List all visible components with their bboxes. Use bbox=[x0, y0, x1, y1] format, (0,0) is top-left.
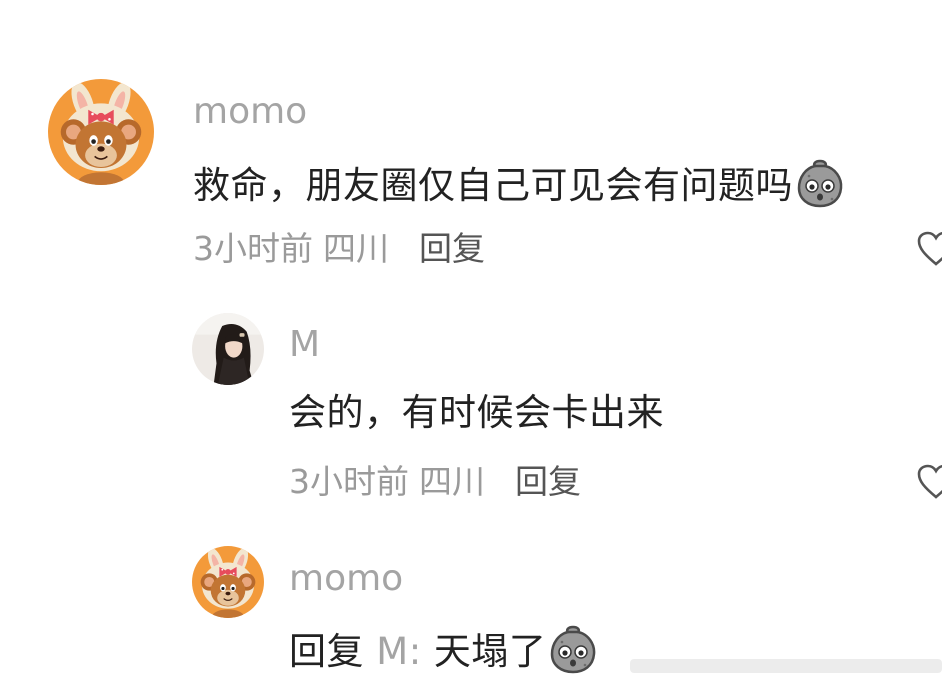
watermark bbox=[630, 659, 942, 673]
comment-text: 救命，朋友圈仅自己可见会有问题吗 bbox=[193, 158, 845, 208]
girl-photo-avatar-icon bbox=[192, 313, 264, 385]
sad-potato-emoji-icon bbox=[795, 158, 845, 208]
reply-prefix: 回复 bbox=[289, 630, 364, 673]
sad-potato-emoji-icon bbox=[548, 624, 598, 674]
comment-meta: 3小时前 四川 回复 bbox=[193, 229, 485, 269]
avatar[interactable] bbox=[192, 546, 264, 618]
avatar[interactable] bbox=[48, 79, 154, 185]
like-heart-icon[interactable] bbox=[916, 463, 942, 501]
jerry-mouse-bunny-avatar-icon bbox=[48, 79, 154, 185]
location: 四川 bbox=[323, 229, 389, 268]
comment-text-body: 天塌了 bbox=[433, 630, 547, 673]
comment-text: 会的，有时候会卡出来 bbox=[289, 391, 664, 434]
comment-text: 回复 M: 天塌了 bbox=[289, 624, 598, 674]
username[interactable]: momo bbox=[289, 559, 403, 599]
reply-button[interactable]: 回复 bbox=[419, 229, 485, 268]
username[interactable]: M bbox=[289, 325, 320, 365]
comment-text-body: 救命，朋友圈仅自己可见会有问题吗 bbox=[193, 164, 793, 207]
timestamp: 3小时前 bbox=[193, 229, 313, 268]
like-heart-icon[interactable] bbox=[916, 230, 942, 268]
username[interactable]: momo bbox=[193, 92, 307, 132]
jerry-mouse-bunny-avatar-icon bbox=[192, 546, 264, 618]
reply-to-user[interactable]: M: bbox=[376, 630, 421, 673]
comment-meta: 3小时前 四川 回复 bbox=[289, 462, 581, 502]
reply-button[interactable]: 回复 bbox=[515, 462, 581, 501]
location: 四川 bbox=[419, 462, 485, 501]
avatar[interactable] bbox=[192, 313, 264, 385]
timestamp: 3小时前 bbox=[289, 462, 409, 501]
comment-thread: momo 救命，朋友圈仅自己可见会有问题吗 3小时前 四川 回复 M 会的，有时候会… bbox=[0, 0, 942, 689]
